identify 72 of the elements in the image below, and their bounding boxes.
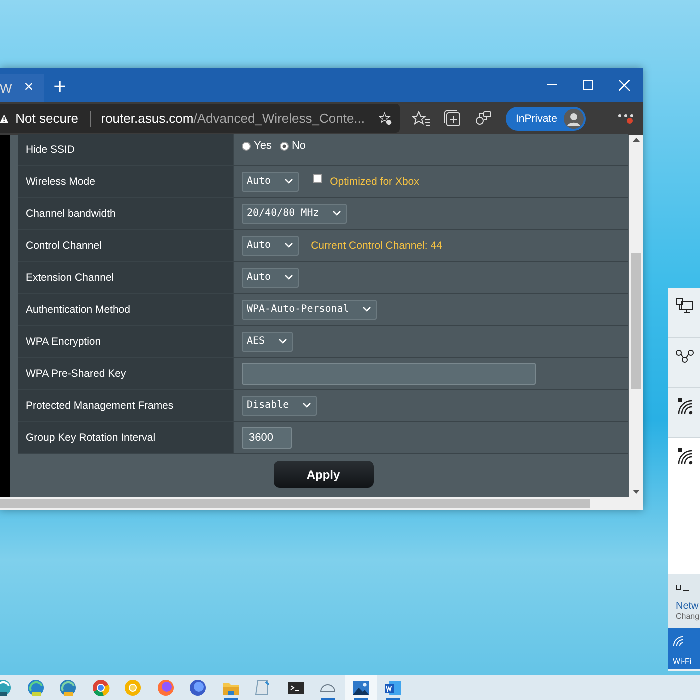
taskbar-app[interactable] [344, 675, 377, 700]
radio-button[interactable] [280, 142, 289, 150]
browser-icon [156, 678, 175, 696]
setting-label: Protected Management Frames [26, 400, 174, 412]
collections-icon[interactable] [444, 110, 461, 127]
dropdown[interactable]: 20/40/80 MHz [242, 204, 348, 224]
checkbox-label[interactable]: Optimized for Xbox [330, 176, 420, 188]
ethernet-icon [676, 298, 694, 315]
browser-icon [124, 678, 142, 696]
apply-button[interactable]: Apply [274, 461, 374, 488]
setting-label: Group Key Rotation Interval [26, 432, 156, 444]
caret-icon [363, 307, 372, 312]
warning-icon [0, 112, 9, 124]
network-settings-link[interactable]: Netw [676, 601, 700, 612]
setting-label: Extension Channel [26, 272, 114, 284]
dropdown[interactable]: Disable [242, 396, 318, 416]
close-icon[interactable] [619, 80, 630, 90]
wifi-toggle[interactable]: Wi-Fi [668, 628, 700, 669]
caret-icon [285, 275, 294, 280]
url-text[interactable]: router.asus.com/Advanced_Wireless_Conte... [101, 111, 366, 126]
dropdown[interactable]: AES [242, 332, 294, 352]
setting-label: Authentication Method [26, 304, 130, 316]
scroll-up-icon[interactable] [632, 138, 640, 142]
inprivate-button[interactable]: InPrivate [506, 106, 586, 130]
scroll-down-icon[interactable] [632, 490, 640, 494]
caret-icon [285, 179, 294, 184]
security-status[interactable]: Not secure [16, 111, 79, 126]
setting-label: Channel bandwidth [26, 208, 116, 220]
setting-label: Control Channel [26, 240, 102, 252]
dropdown[interactable]: WPA-Auto-Personal [242, 300, 378, 320]
picture-icon [352, 678, 370, 696]
new-tab-button[interactable]: + [44, 72, 76, 102]
setting-label: Hide SSID [26, 144, 76, 156]
browser-icon [59, 678, 78, 696]
radio-label[interactable]: Yes [254, 140, 272, 152]
setting-label: WPA Pre-Shared Key [26, 368, 126, 380]
radio-label[interactable]: No [292, 140, 306, 152]
wifi-icon [676, 398, 694, 415]
tab-title: W [0, 80, 12, 96]
input-field[interactable]: 3600 [242, 426, 292, 448]
caret-icon [333, 211, 342, 216]
caret-icon [303, 403, 312, 408]
browser-icon [189, 678, 208, 696]
channel-note: Current Control Channel: 44 [311, 240, 442, 252]
dropdown[interactable]: Auto [242, 268, 300, 288]
address-bar[interactable]: Not secure router.asus.com/Advanced_Wireless_Conte... [0, 104, 400, 133]
avatar-icon [564, 108, 584, 128]
star-add-icon[interactable] [379, 110, 392, 128]
browser-icon [26, 678, 45, 696]
caret-icon [279, 339, 288, 344]
wifi-icon [673, 636, 685, 646]
extensions-icon[interactable] [475, 110, 492, 127]
settings-subtitle: Chang [676, 612, 700, 621]
horizontal-scrollbar[interactable] [0, 497, 643, 510]
input-field[interactable] [242, 362, 536, 384]
notepad-icon [254, 678, 272, 696]
dropdown[interactable]: Auto [242, 172, 300, 192]
vertical-scrollbar[interactable] [629, 135, 643, 497]
caret-icon [285, 243, 294, 248]
hub-icon [676, 348, 694, 365]
document-icon [384, 678, 402, 696]
tab-close-button[interactable]: × [22, 79, 36, 97]
favorites-icon[interactable] [412, 110, 430, 126]
wifi-icon [676, 448, 694, 465]
browser-icon [92, 678, 110, 696]
maximize-icon[interactable] [583, 80, 593, 90]
setting-label: WPA Encryption [26, 336, 102, 348]
radio-button[interactable] [242, 142, 251, 150]
setting-label: Wireless Mode [26, 176, 96, 188]
dropdown[interactable]: Auto [242, 236, 300, 256]
checkbox[interactable] [313, 174, 322, 183]
browser-tab[interactable]: W × [0, 74, 44, 102]
